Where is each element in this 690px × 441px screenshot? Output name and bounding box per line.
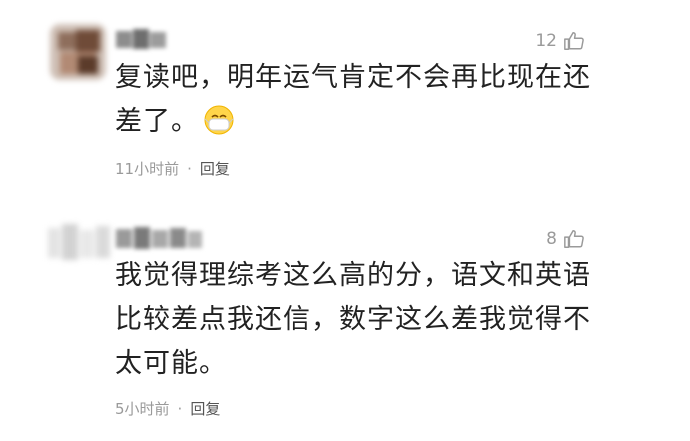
like-count-text: 8 bbox=[546, 229, 557, 249]
comment-text-line-2: 差了。 bbox=[115, 100, 595, 144]
avatar[interactable] bbox=[48, 224, 112, 264]
like-count[interactable]: 12 bbox=[535, 30, 585, 52]
comment-text-line: 我觉得理综考这么高的分，语文和英语 bbox=[115, 260, 591, 291]
username[interactable] bbox=[116, 226, 206, 252]
avatar[interactable] bbox=[48, 22, 108, 82]
comment-item: 8 我觉得理综考这么高的分，语文和英语 比较差点我还信，数字这么差我觉得不 太可… bbox=[0, 210, 690, 441]
comment-text-line-text: 差了。 bbox=[115, 106, 199, 137]
meta-separator: · bbox=[187, 159, 192, 178]
reply-button[interactable]: 回复 bbox=[200, 158, 230, 179]
comment-text: 我觉得理综考这么高的分，语文和英语 比较差点我还信，数字这么差我觉得不 太可能。 bbox=[115, 254, 595, 386]
comment-text-line: 比较差点我还信，数字这么差我觉得不 bbox=[115, 304, 591, 335]
like-count[interactable]: 8 bbox=[546, 228, 585, 250]
comment-time: 11小时前 bbox=[115, 160, 180, 178]
comment-meta: 5小时前 · 回复 bbox=[115, 398, 220, 419]
reply-button[interactable]: 回复 bbox=[190, 398, 220, 419]
masked-face-emoji bbox=[204, 105, 234, 134]
username[interactable] bbox=[116, 28, 168, 52]
meta-separator: · bbox=[177, 399, 183, 418]
comment-time: 5小时前 bbox=[115, 400, 170, 418]
thumbs-up-icon[interactable] bbox=[563, 228, 585, 250]
thumbs-up-icon[interactable] bbox=[563, 30, 585, 52]
like-count-text: 12 bbox=[535, 31, 557, 51]
comment-text: 复读吧，明年运气肯定不会再比现在还 差了。 bbox=[115, 56, 595, 144]
comment-text-line: 复读吧，明年运气肯定不会再比现在还 bbox=[115, 62, 591, 93]
comment-meta: 11小时前 · 回复 bbox=[115, 158, 230, 179]
comment-item: 12 复读吧，明年运气肯定不会再比现在还 差了。 11小时前 · 回复 bbox=[0, 0, 690, 210]
comment-text-line: 太可能。 bbox=[115, 348, 227, 379]
